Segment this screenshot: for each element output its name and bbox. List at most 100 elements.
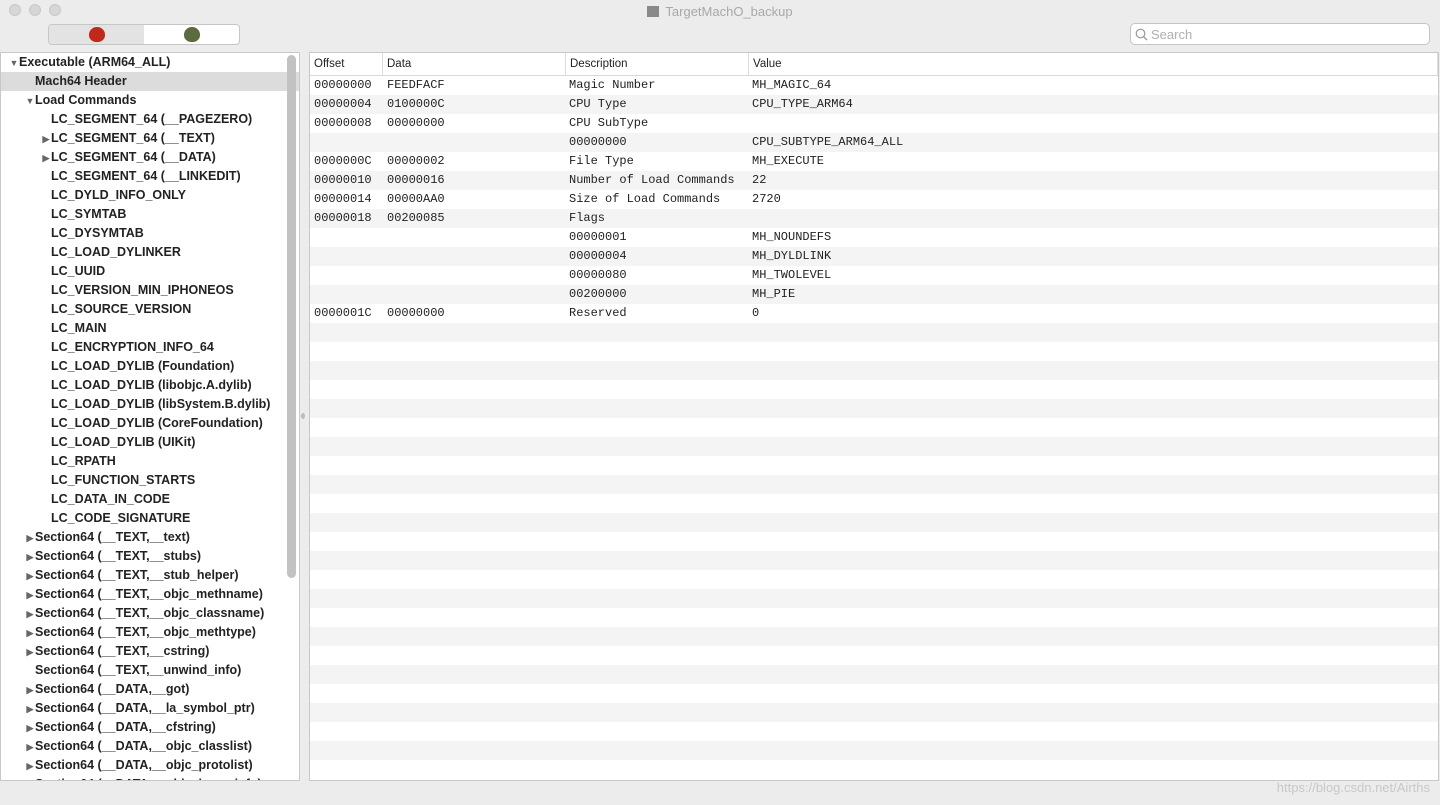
tree-item[interactable]: ▶ Section64 (__DATA,__la_symbol_ptr) bbox=[1, 699, 299, 718]
table-row[interactable] bbox=[310, 722, 1438, 741]
disclosure-closed-icon[interactable]: ▶ bbox=[25, 586, 35, 605]
disclosure-closed-icon[interactable]: ▶ bbox=[41, 130, 51, 149]
tree-item[interactable]: Mach64 Header bbox=[1, 72, 299, 91]
column-header-data[interactable]: Data bbox=[383, 53, 566, 75]
table-row[interactable] bbox=[310, 684, 1438, 703]
table-row[interactable]: 00000001 MH_NOUNDEFS bbox=[310, 228, 1438, 247]
tree-item[interactable]: ▶ Section64 (__DATA,__cfstring) bbox=[1, 718, 299, 737]
table-row[interactable]: 00000000 FEEDFACF Magic Number MH_MAGIC_64 bbox=[310, 76, 1438, 95]
tree-item[interactable]: LC_SOURCE_VERSION bbox=[1, 300, 299, 319]
column-header-description[interactable]: Description bbox=[566, 53, 749, 75]
tree-item[interactable]: ▶ Section64 (__TEXT,__stub_helper) bbox=[1, 566, 299, 585]
column-header-value[interactable]: Value bbox=[749, 53, 1438, 75]
table-row[interactable]: 0000001C 00000000 Reserved 0 bbox=[310, 304, 1438, 323]
segment-rva[interactable] bbox=[144, 25, 239, 44]
search-input[interactable] bbox=[1151, 26, 1421, 42]
disclosure-closed-icon[interactable]: ▶ bbox=[25, 738, 35, 757]
table-row[interactable]: 00000004 0100000C CPU Type CPU_TYPE_ARM64 bbox=[310, 95, 1438, 114]
search-field[interactable] bbox=[1130, 23, 1430, 45]
table-row[interactable] bbox=[310, 456, 1438, 475]
tree-item[interactable]: ▼Load Commands bbox=[1, 91, 299, 110]
table-row[interactable] bbox=[310, 437, 1438, 456]
disclosure-closed-icon[interactable]: ▶ bbox=[25, 757, 35, 776]
tree-item[interactable]: LC_LOAD_DYLIB (CoreFoundation) bbox=[1, 414, 299, 433]
tree-item[interactable]: ▶Section64 (__DATA,__objc_imageinfo) bbox=[1, 775, 299, 780]
tree-item[interactable]: LC_SEGMENT_64 (__PAGEZERO) bbox=[1, 110, 299, 129]
tree-item[interactable]: ▶ Section64 (__DATA,__objc_protolist) bbox=[1, 756, 299, 775]
table-row[interactable] bbox=[310, 418, 1438, 437]
disclosure-closed-icon[interactable]: ▶ bbox=[25, 548, 35, 567]
column-header-offset[interactable]: Offset bbox=[310, 53, 383, 75]
table-row[interactable] bbox=[310, 323, 1438, 342]
tree-item[interactable]: LC_FUNCTION_STARTS bbox=[1, 471, 299, 490]
disclosure-closed-icon[interactable]: ▶ bbox=[41, 149, 51, 168]
table-row[interactable] bbox=[310, 665, 1438, 684]
disclosure-closed-icon[interactable]: ▶ bbox=[25, 643, 35, 662]
split-view-divider[interactable] bbox=[301, 413, 305, 419]
table-row[interactable] bbox=[310, 703, 1438, 722]
tree-item[interactable]: ▶ Section64 (__TEXT,__objc_classname) bbox=[1, 604, 299, 623]
tree-item[interactable]: ▶ Section64 (__DATA,__objc_classlist) bbox=[1, 737, 299, 756]
table-row[interactable] bbox=[310, 342, 1438, 361]
tree-item[interactable]: ▶ Section64 (__TEXT,__objc_methname) bbox=[1, 585, 299, 604]
table-row[interactable] bbox=[310, 741, 1438, 760]
table-row[interactable]: 00000010 00000016 Number of Load Commands 2… bbox=[310, 171, 1438, 190]
table-row[interactable]: 00000080 MH_TWOLEVEL bbox=[310, 266, 1438, 285]
tree-item[interactable]: LC_LOAD_DYLIB (libSystem.B.dylib) bbox=[1, 395, 299, 414]
table-row[interactable] bbox=[310, 361, 1438, 380]
disclosure-closed-icon[interactable]: ▶ bbox=[25, 567, 35, 586]
table-row[interactable] bbox=[310, 570, 1438, 589]
tree-item[interactable]: ▼Executable (ARM64_ALL) bbox=[1, 53, 299, 72]
table-row[interactable] bbox=[310, 380, 1438, 399]
tree-item[interactable]: LC_RPATH bbox=[1, 452, 299, 471]
tree-item[interactable]: LC_ENCRYPTION_INFO_64 bbox=[1, 338, 299, 357]
table-row[interactable]: 00000008 00000000 CPU SubType bbox=[310, 114, 1438, 133]
table-row[interactable] bbox=[310, 760, 1438, 779]
tree-item[interactable]: ▶ LC_SEGMENT_64 (__DATA) bbox=[1, 148, 299, 167]
disclosure-closed-icon[interactable]: ▶ bbox=[25, 700, 35, 719]
tree-item[interactable]: LC_LOAD_DYLINKER bbox=[1, 243, 299, 262]
table-row[interactable] bbox=[310, 494, 1438, 513]
tree-item[interactable]: ▶ Section64 (__DATA,__got) bbox=[1, 680, 299, 699]
tree-item[interactable]: LC_CODE_SIGNATURE bbox=[1, 509, 299, 528]
disclosure-closed-icon[interactable]: ▶ bbox=[25, 719, 35, 738]
tree-scrollbar[interactable] bbox=[287, 55, 296, 578]
table-row[interactable] bbox=[310, 646, 1438, 665]
table-row[interactable]: 00000014 00000AA0 Size of Load Commands 272… bbox=[310, 190, 1438, 209]
tree-item[interactable]: LC_DYSYMTAB bbox=[1, 224, 299, 243]
disclosure-closed-icon[interactable]: ▶ bbox=[25, 776, 35, 780]
tree-item[interactable]: LC_LOAD_DYLIB (Foundation) bbox=[1, 357, 299, 376]
tree-item[interactable]: LC_VERSION_MIN_IPHONEOS bbox=[1, 281, 299, 300]
table-row[interactable]: 00200000 MH_PIE bbox=[310, 285, 1438, 304]
disclosure-open-icon[interactable]: ▼ bbox=[9, 54, 19, 73]
table-row[interactable]: 00000004 MH_DYLDLINK bbox=[310, 247, 1438, 266]
table-row[interactable] bbox=[310, 551, 1438, 570]
tree-item[interactable]: LC_LOAD_DYLIB (libobjc.A.dylib) bbox=[1, 376, 299, 395]
table-row[interactable] bbox=[310, 532, 1438, 551]
table-row[interactable] bbox=[310, 399, 1438, 418]
tree-item[interactable]: LC_UUID bbox=[1, 262, 299, 281]
tree-item[interactable]: ▶ Section64 (__TEXT,__cstring) bbox=[1, 642, 299, 661]
disclosure-closed-icon[interactable]: ▶ bbox=[25, 624, 35, 643]
tree-item[interactable]: LC_SEGMENT_64 (__LINKEDIT) bbox=[1, 167, 299, 186]
tree-item[interactable]: ▶ Section64 (__TEXT,__text) bbox=[1, 528, 299, 547]
tree-item[interactable]: ▶ Section64 (__TEXT,__objc_methtype) bbox=[1, 623, 299, 642]
disclosure-open-icon[interactable]: ▼ bbox=[25, 92, 35, 111]
tree-item[interactable]: ▶ LC_SEGMENT_64 (__TEXT) bbox=[1, 129, 299, 148]
tree-item[interactable]: ▶ Section64 (__TEXT,__stubs) bbox=[1, 547, 299, 566]
tree-item[interactable]: LC_DYLD_INFO_ONLY bbox=[1, 186, 299, 205]
table-row[interactable] bbox=[310, 589, 1438, 608]
tree-item[interactable]: LC_SYMTAB bbox=[1, 205, 299, 224]
tree-item[interactable]: LC_LOAD_DYLIB (UIKit) bbox=[1, 433, 299, 452]
disclosure-closed-icon[interactable]: ▶ bbox=[25, 605, 35, 624]
disclosure-closed-icon[interactable]: ▶ bbox=[25, 529, 35, 548]
tree-item[interactable]: LC_MAIN bbox=[1, 319, 299, 338]
table-row[interactable]: 00000018 00200085 Flags bbox=[310, 209, 1438, 228]
disclosure-closed-icon[interactable]: ▶ bbox=[25, 681, 35, 700]
tree-item[interactable]: Section64 (__TEXT,__unwind_info) bbox=[1, 661, 299, 680]
table-row[interactable] bbox=[310, 475, 1438, 494]
table-row[interactable] bbox=[310, 627, 1438, 646]
table-row[interactable]: 00000000 CPU_SUBTYPE_ARM64_ALL bbox=[310, 133, 1438, 152]
table-row[interactable]: 0000000C 00000002 File Type MH_EXECUTE bbox=[310, 152, 1438, 171]
segment-raw[interactable] bbox=[49, 25, 144, 44]
